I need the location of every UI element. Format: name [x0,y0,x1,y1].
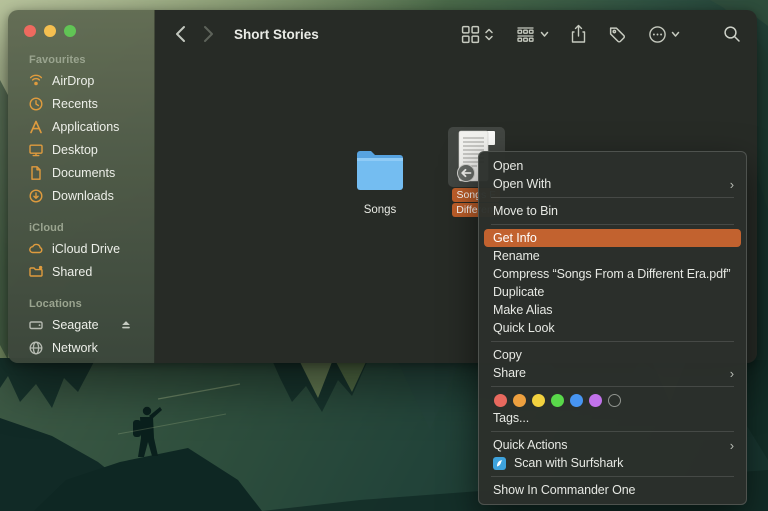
menu-item-open[interactable]: Open [479,157,746,175]
airdrop-icon [28,73,44,89]
submenu-chevron-icon: › [730,366,734,381]
sidebar-item-label: AirDrop [52,74,94,88]
cloud-icon [28,241,44,257]
sidebar-item-label: iCloud Drive [52,242,120,256]
menu-separator [491,341,734,342]
tags-button[interactable] [608,25,627,44]
chevron-down-icon [671,31,680,38]
shared-folder-icon [28,264,44,280]
sidebar-item-label: Shared [52,265,92,279]
menu-item-quick-actions[interactable]: Quick Actions› [479,436,746,454]
external-drive-icon [28,317,44,333]
menu-item-scan-with-surfshark[interactable]: Scan with Surfshark [479,454,746,472]
menu-item-get-info[interactable]: Get Info [484,229,741,247]
menu-item-open-with[interactable]: Open With› [479,175,746,193]
submenu-chevron-icon: › [730,177,734,192]
eject-icon[interactable] [118,317,134,333]
view-options-button[interactable] [461,25,494,44]
share-button[interactable] [570,24,587,44]
sidebar-item-label: Downloads [52,189,114,203]
tag-red-button[interactable] [494,394,507,407]
folder-icon [354,150,406,192]
menu-item-compress[interactable]: Compress “Songs From a Different Era.pdf… [479,265,746,283]
sidebar-item-shared[interactable]: Shared [15,260,147,283]
tag-purple-button[interactable] [589,394,602,407]
search-button[interactable] [723,25,741,43]
sidebar-section-favourites: Favourites [29,54,154,66]
close-button[interactable] [24,25,36,37]
sidebar-item-desktop[interactable]: Desktop [15,138,147,161]
tag-none-button[interactable] [608,394,621,407]
tag-yellow-button[interactable] [532,394,545,407]
tag-color-row [479,391,746,409]
menu-item-tags[interactable]: Tags... [479,409,746,427]
sidebar: Favourites AirDrop Recents Applicatio [8,10,155,363]
tag-icon [608,25,627,44]
desktop-icon [28,142,44,158]
sidebar-item-label: Seagate [52,318,99,332]
submenu-chevron-icon: › [730,438,734,453]
group-button[interactable] [515,25,549,43]
menu-separator [491,476,734,477]
menu-separator [491,197,734,198]
menu-item-move-to-bin[interactable]: Move to Bin [479,202,746,220]
sidebar-section-icloud: iCloud [29,222,154,234]
menu-item-quick-look[interactable]: Quick Look [479,319,746,337]
sidebar-item-network[interactable]: Network [15,336,147,359]
sidebar-item-recents[interactable]: Recents [15,92,147,115]
grid-view-icon [461,25,480,44]
back-button[interactable] [170,22,190,46]
updown-chevron-icon [484,27,494,42]
window-title: Short Stories [234,27,319,42]
network-globe-icon [28,340,44,356]
menu-item-show-in-commander-one[interactable]: Show In Commander One [479,481,746,499]
applications-icon [28,119,44,135]
sidebar-item-label: Documents [52,166,115,180]
ellipsis-circle-icon [648,25,667,44]
share-icon [570,24,587,44]
menu-item-duplicate[interactable]: Duplicate [479,283,746,301]
sidebar-item-applications[interactable]: Applications [15,115,147,138]
menu-item-copy[interactable]: Copy [479,346,746,364]
minimize-button[interactable] [44,25,56,37]
group-by-icon [515,25,536,43]
zoom-button[interactable] [64,25,76,37]
menu-separator [491,386,734,387]
sidebar-item-label: Network [52,341,98,355]
document-icon [28,165,44,181]
search-icon [723,25,741,43]
clock-icon [28,96,44,112]
tag-orange-button[interactable] [513,394,526,407]
window-controls [8,10,154,37]
tag-blue-button[interactable] [570,394,583,407]
sidebar-item-label: Recents [52,97,98,111]
chevron-down-icon [540,31,549,38]
menu-item-make-alias[interactable]: Make Alias [479,301,746,319]
surfshark-icon [493,457,506,470]
menu-item-share[interactable]: Share› [479,364,746,382]
downloads-icon [28,188,44,204]
sidebar-item-label: Applications [52,120,119,134]
sidebar-section-locations: Locations [29,298,154,310]
more-actions-button[interactable] [648,25,680,44]
forward-button[interactable] [198,22,218,46]
tag-green-button[interactable] [551,394,564,407]
sidebar-item-documents[interactable]: Documents [15,161,147,184]
menu-separator [491,431,734,432]
toolbar: Short Stories [155,10,757,58]
sidebar-item-airdrop[interactable]: AirDrop [15,69,147,92]
menu-separator [491,224,734,225]
folder-label: Songs [345,204,415,216]
sidebar-item-seagate[interactable]: Seagate [15,313,147,336]
context-menu: Open Open With› Move to Bin Get Info Ren… [478,151,747,505]
sidebar-item-downloads[interactable]: Downloads [15,184,147,207]
folder-item-songs[interactable]: Songs [345,150,415,216]
sidebar-item-label: Desktop [52,143,98,157]
menu-item-rename[interactable]: Rename [479,247,746,265]
sidebar-item-icloud-drive[interactable]: iCloud Drive [15,237,147,260]
